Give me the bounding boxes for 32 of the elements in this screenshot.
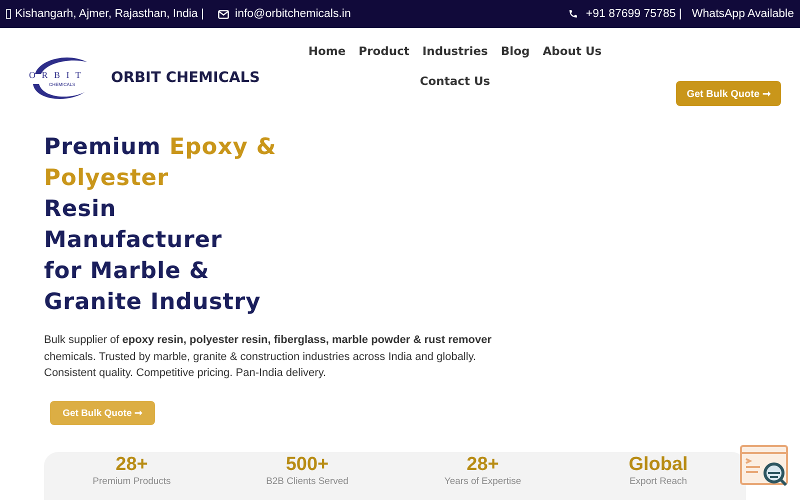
stat-label: B2B Clients Served [266, 476, 348, 486]
phone-icon [568, 9, 578, 19]
stat-value: 28+ [116, 454, 148, 476]
nav-link[interactable]: Home [308, 42, 346, 60]
stat-label: Years of Expertise [444, 476, 522, 486]
nav-link[interactable]: Industries [422, 42, 488, 60]
nav-link[interactable]: Blog [500, 42, 530, 60]
whatsapp-text: WhatsApp Available [692, 8, 794, 20]
stat-value: 28+ [466, 454, 499, 476]
logo-letters: O R B I T [29, 70, 83, 80]
headline-text: Epoxy & [169, 134, 276, 160]
headline-text: Granite Industry [44, 289, 261, 315]
headline-text: Polyester [44, 165, 169, 191]
location-text: Kishangarh, Ajmer, Rajasthan, India | [15, 8, 204, 20]
stat-label: Premium Products [92, 476, 171, 486]
mail-icon [218, 10, 230, 18]
stat-value: Global [628, 454, 688, 476]
headline-text: for Marble & [44, 258, 210, 284]
stat-value: 500+ [286, 454, 329, 476]
browser-search-icon[interactable] [740, 445, 790, 489]
nav-link[interactable]: Product [358, 42, 410, 60]
brand-name: ORBIT CHEMICALS [111, 70, 260, 86]
placeholder-glyph-icon [6, 9, 11, 19]
phone-link[interactable]: +91 87699 75785 | [586, 8, 682, 20]
nav-link[interactable]: About Us [542, 42, 602, 60]
stat-label: Export Reach [629, 476, 688, 486]
headline-text: Resin [44, 196, 116, 222]
headline-text: Manufacturer [44, 227, 222, 253]
nav-link[interactable]: Contact Us [420, 72, 490, 90]
headline-text: Premium [44, 134, 162, 160]
intro-paragraph: Bulk supplier of epoxy resin, polyester resin, fiberglass, marble powder & rust remover chemicals. Trusted by marble, granite & construction industries across India and globally. Consistent quality. Competitive pricing. Pan-India delivery. [44, 333, 493, 381]
email-link[interactable]: info@orbitchemicals.in [235, 8, 351, 20]
